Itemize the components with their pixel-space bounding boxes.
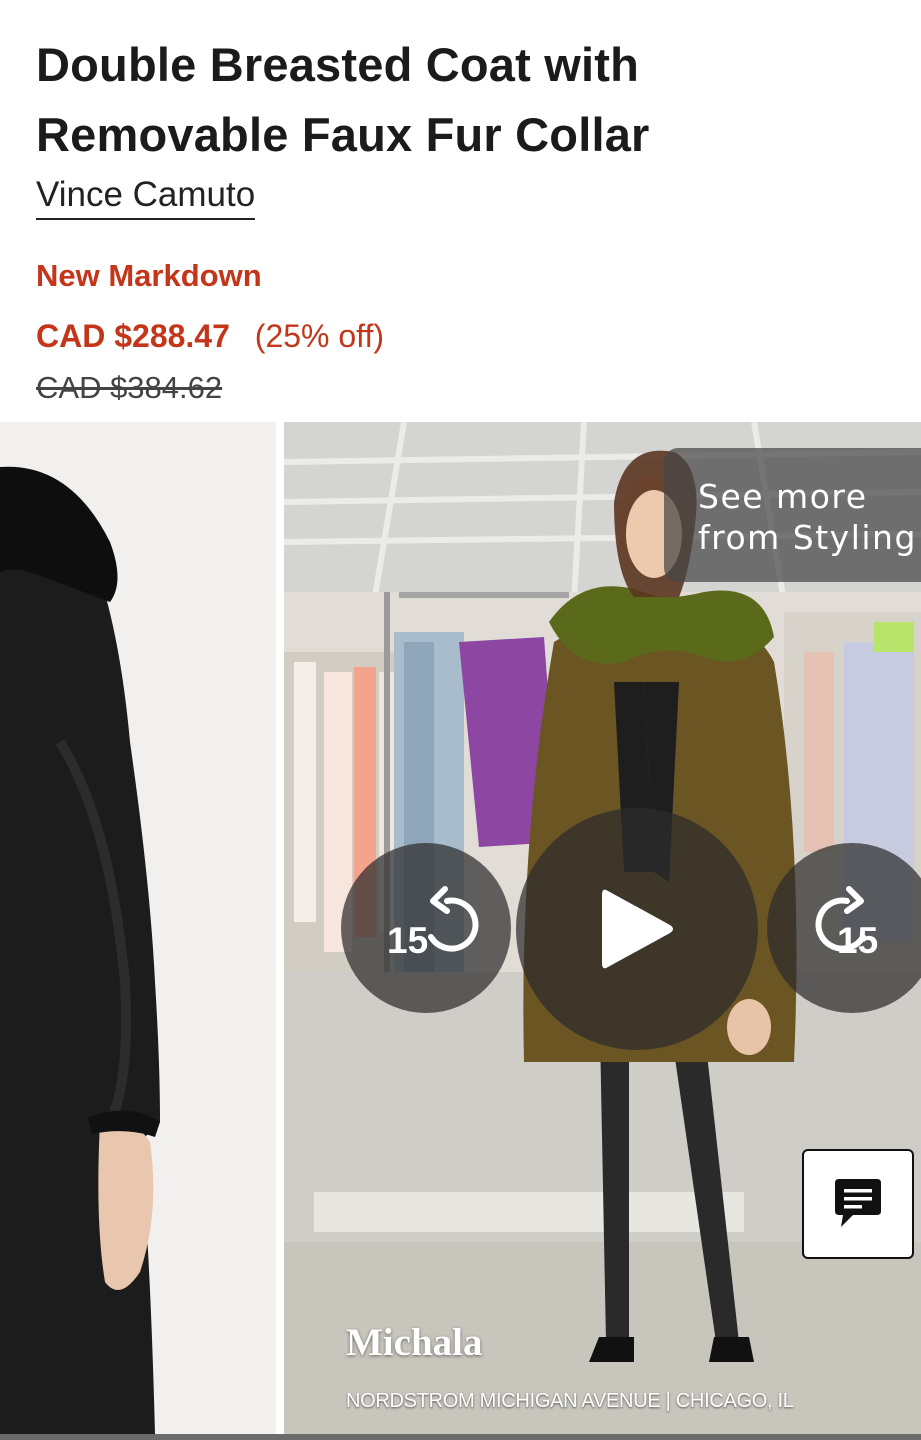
chat-icon xyxy=(835,1179,881,1227)
stylist-name: Michala xyxy=(346,1321,483,1364)
sale-price: CAD $288.47 xyxy=(36,318,230,354)
rewind-seconds: 15 xyxy=(387,920,429,961)
play-button[interactable] xyxy=(516,808,758,1050)
discount-percent: (25% off) xyxy=(254,318,385,354)
carousel-scroll-indicator xyxy=(0,1434,921,1440)
store-location: NORDSTROM MICHIGAN AVENUE | CHICAGO, IL xyxy=(346,1390,794,1412)
product-title: Double Breasted Coat with Removable Faux… xyxy=(36,38,650,161)
styling-video[interactable]: See more from Styling 15 15 Michala NORD… xyxy=(284,422,921,1434)
product-photo[interactable] xyxy=(0,422,276,1434)
forward-seconds: 15 xyxy=(837,920,879,961)
original-price: CAD $384.62 xyxy=(36,370,223,405)
black-coat-image xyxy=(0,422,276,1434)
media-carousel[interactable]: See more from Styling 15 15 Michala NORD… xyxy=(0,422,921,1440)
rewind-button[interactable]: 15 xyxy=(341,843,511,1013)
brand-link[interactable]: Vince Camuto xyxy=(36,174,256,220)
markdown-badge: New Markdown xyxy=(36,258,262,293)
see-more-styling-button[interactable]: See more from Styling xyxy=(664,448,921,582)
price-row: CAD $288.47 (25% off) xyxy=(36,316,384,356)
play-icon xyxy=(602,889,673,969)
chat-button[interactable] xyxy=(802,1149,914,1259)
